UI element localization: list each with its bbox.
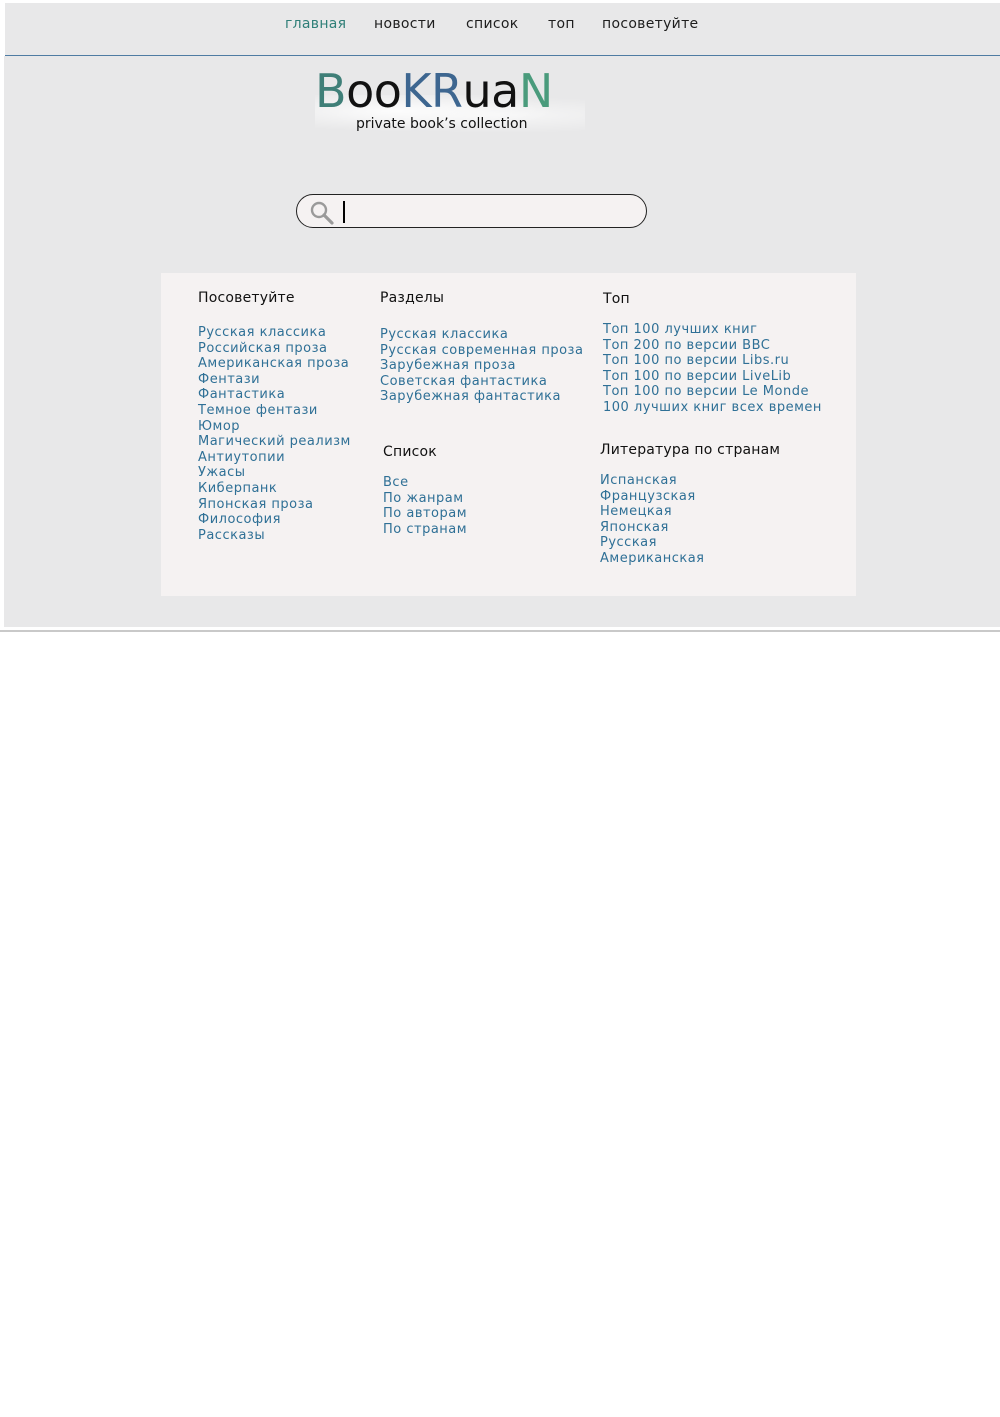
nav-recommend[interactable]: посоветуйте bbox=[602, 16, 698, 32]
category-link[interactable]: Топ 200 по версии BBC bbox=[603, 338, 822, 354]
category-link[interactable]: Русская классика bbox=[380, 327, 583, 343]
list-recommend: Русская классика Российская проза Американ… bbox=[198, 325, 351, 543]
search-box[interactable] bbox=[296, 194, 647, 228]
logo-letter: o bbox=[346, 64, 374, 118]
category-link[interactable]: Американская проза bbox=[198, 356, 351, 372]
category-link[interactable]: Зарубежная проза bbox=[380, 358, 583, 374]
text-caret bbox=[343, 201, 345, 223]
category-link[interactable]: Испанская bbox=[600, 473, 705, 489]
category-link[interactable]: Топ 100 по версии Le Monde bbox=[603, 384, 822, 400]
nav-top[interactable]: топ bbox=[548, 16, 575, 32]
heading-recommend: Посоветуйте bbox=[198, 290, 295, 306]
category-link[interactable]: Магический реализм bbox=[198, 434, 351, 450]
logo-letter: N bbox=[518, 64, 553, 118]
category-link[interactable]: Топ 100 по версии LiveLib bbox=[603, 369, 822, 385]
logo-tagline: private book’s collection bbox=[356, 116, 528, 132]
search-input[interactable] bbox=[343, 200, 633, 222]
category-link[interactable]: Философия bbox=[198, 512, 351, 528]
category-link[interactable]: По жанрам bbox=[383, 491, 467, 507]
category-link[interactable]: Советская фантастика bbox=[380, 374, 583, 390]
logo-letter: o bbox=[373, 64, 402, 118]
list-top: Топ 100 лучших книг Топ 200 по версии BBC… bbox=[603, 322, 822, 416]
category-link[interactable]: Юмор bbox=[198, 419, 351, 435]
category-link[interactable]: Темное фентази bbox=[198, 403, 351, 419]
logo-letter: u bbox=[462, 64, 492, 118]
category-link[interactable]: Топ 100 по версии Libs.ru bbox=[603, 353, 822, 369]
search-icon[interactable] bbox=[309, 200, 335, 226]
divider bbox=[0, 630, 1000, 632]
list-divisions: Русская классика Русская современная проз… bbox=[380, 327, 583, 405]
nav-news[interactable]: новости bbox=[374, 16, 436, 32]
heading-list: Список bbox=[383, 444, 437, 460]
category-link[interactable]: Русская современная проза bbox=[380, 343, 583, 359]
category-link[interactable]: Киберпанк bbox=[198, 481, 351, 497]
list-list: Все По жанрам По авторам По странам bbox=[383, 475, 467, 537]
category-link[interactable]: По авторам bbox=[383, 506, 467, 522]
logo-letter: K bbox=[401, 64, 432, 118]
heading-top: Топ bbox=[603, 291, 630, 307]
nav-home[interactable]: главная bbox=[285, 16, 346, 32]
category-link[interactable]: Антиутопии bbox=[198, 450, 351, 466]
categories-panel: Посоветуйте Русская классика Российская п… bbox=[161, 273, 856, 596]
logo-letter: B bbox=[315, 64, 347, 118]
category-link[interactable]: Топ 100 лучших книг bbox=[603, 322, 822, 338]
category-link[interactable]: Ужасы bbox=[198, 465, 351, 481]
heading-countries: Литература по странам bbox=[600, 442, 781, 458]
category-link[interactable]: Французская bbox=[600, 489, 705, 505]
category-link[interactable]: Рассказы bbox=[198, 528, 351, 544]
list-countries: Испанская Французская Немецкая Японская Русс… bbox=[600, 473, 705, 567]
category-link[interactable]: Русская классика bbox=[198, 325, 351, 341]
category-link[interactable]: Японская bbox=[600, 520, 705, 536]
category-link[interactable]: Российская проза bbox=[198, 341, 351, 357]
category-link[interactable]: Русская bbox=[600, 535, 705, 551]
top-nav-bar: главная новости список топ посоветуйте bbox=[5, 3, 1000, 56]
category-link[interactable]: Все bbox=[383, 475, 467, 491]
logo-letter: R bbox=[431, 64, 463, 118]
heading-divisions: Разделы bbox=[380, 290, 445, 306]
site-logo[interactable]: BooKRuaN bbox=[315, 64, 553, 118]
category-link[interactable]: Американская bbox=[600, 551, 705, 567]
category-link[interactable]: Зарубежная фантастика bbox=[380, 389, 583, 405]
category-link[interactable]: 100 лучших книг всех времен bbox=[603, 400, 822, 416]
category-link[interactable]: Фентази bbox=[198, 372, 351, 388]
category-link[interactable]: Немецкая bbox=[600, 504, 705, 520]
logo-letter: a bbox=[491, 64, 519, 118]
category-link[interactable]: Японская проза bbox=[198, 497, 351, 513]
category-link[interactable]: Фантастика bbox=[198, 387, 351, 403]
category-link[interactable]: По странам bbox=[383, 522, 467, 538]
nav-list[interactable]: список bbox=[466, 16, 518, 32]
